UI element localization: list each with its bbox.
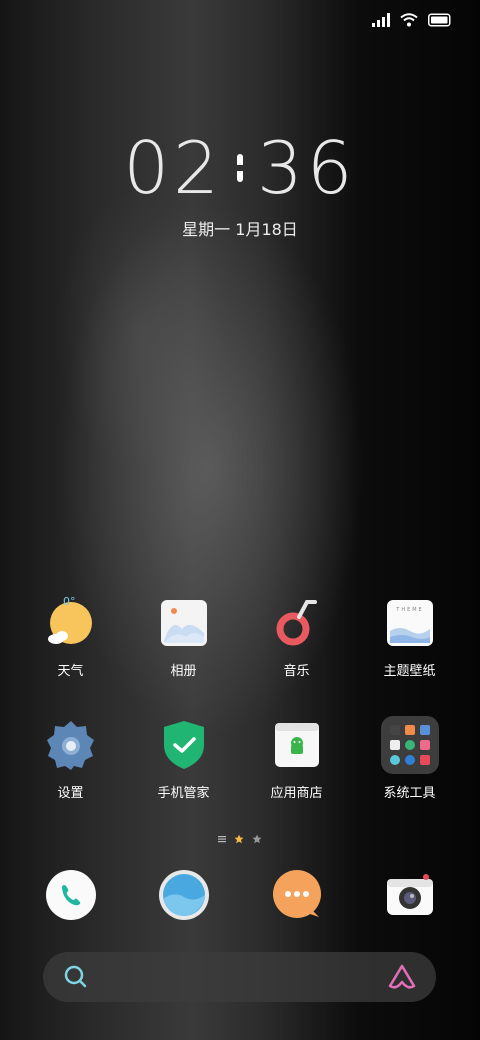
system-tools-folder-icon xyxy=(380,716,439,774)
clock-separator xyxy=(237,154,243,182)
clock-time: 02 36 xyxy=(123,132,356,204)
app-label: 天气 xyxy=(57,664,84,679)
app-label: 主题壁纸 xyxy=(383,664,436,679)
status-bar xyxy=(372,10,452,30)
phone-icon[interactable] xyxy=(44,868,98,922)
app-label: 应用商店 xyxy=(270,786,323,801)
list-page-icon xyxy=(218,836,226,843)
lock-clock[interactable]: 02 36 星期一 1月18日 xyxy=(0,132,480,240)
app-label: 系统工具 xyxy=(383,786,436,801)
page-star-icon xyxy=(252,834,262,844)
app-store-icon xyxy=(268,716,326,774)
app-phone-manager[interactable]: 手机管家 xyxy=(127,716,240,801)
app-label: 设置 xyxy=(57,786,84,801)
gallery-icon xyxy=(155,594,213,652)
app-grid-row-2: 设置 手机管家 应用商店 系统工具 xyxy=(14,716,466,801)
camera-icon[interactable] xyxy=(383,868,437,922)
app-label: 音乐 xyxy=(283,664,310,679)
app-label: 相册 xyxy=(170,664,197,679)
assistant-icon[interactable] xyxy=(388,964,416,990)
browser-icon[interactable] xyxy=(157,868,211,922)
app-gallery[interactable]: 相册 xyxy=(127,594,240,679)
app-grid-row-1: 0° 天气 相册 音乐 THEME 主题壁纸 xyxy=(14,594,466,679)
app-settings[interactable]: 设置 xyxy=(14,716,127,801)
search-bar[interactable] xyxy=(43,952,436,1002)
messages-icon[interactable] xyxy=(270,868,324,922)
app-theme[interactable]: THEME 主题壁纸 xyxy=(353,594,466,679)
page-indicator[interactable] xyxy=(0,834,480,844)
app-music[interactable]: 音乐 xyxy=(240,594,353,679)
dock xyxy=(14,868,466,922)
clock-minutes: 36 xyxy=(257,126,357,210)
app-label: 手机管家 xyxy=(157,786,210,801)
wifi-icon xyxy=(400,13,418,27)
search-icon[interactable] xyxy=(63,964,89,990)
weather-icon: 0° xyxy=(42,594,100,652)
phone-manager-icon xyxy=(155,716,213,774)
theme-icon-text: THEME xyxy=(395,607,423,613)
signal-icon xyxy=(372,13,390,27)
app-store[interactable]: 应用商店 xyxy=(240,716,353,801)
battery-icon xyxy=(428,13,451,27)
current-page-star-icon xyxy=(234,834,244,844)
app-weather[interactable]: 0° 天气 xyxy=(14,594,127,679)
music-icon xyxy=(268,594,326,652)
app-system-tools-folder[interactable]: 系统工具 xyxy=(353,716,466,801)
theme-icon: THEME xyxy=(381,594,439,652)
clock-date: 星期一 1月18日 xyxy=(182,220,298,239)
clock-hours: 02 xyxy=(123,126,223,210)
svg-text:0°: 0° xyxy=(63,595,76,608)
settings-icon xyxy=(42,716,100,774)
